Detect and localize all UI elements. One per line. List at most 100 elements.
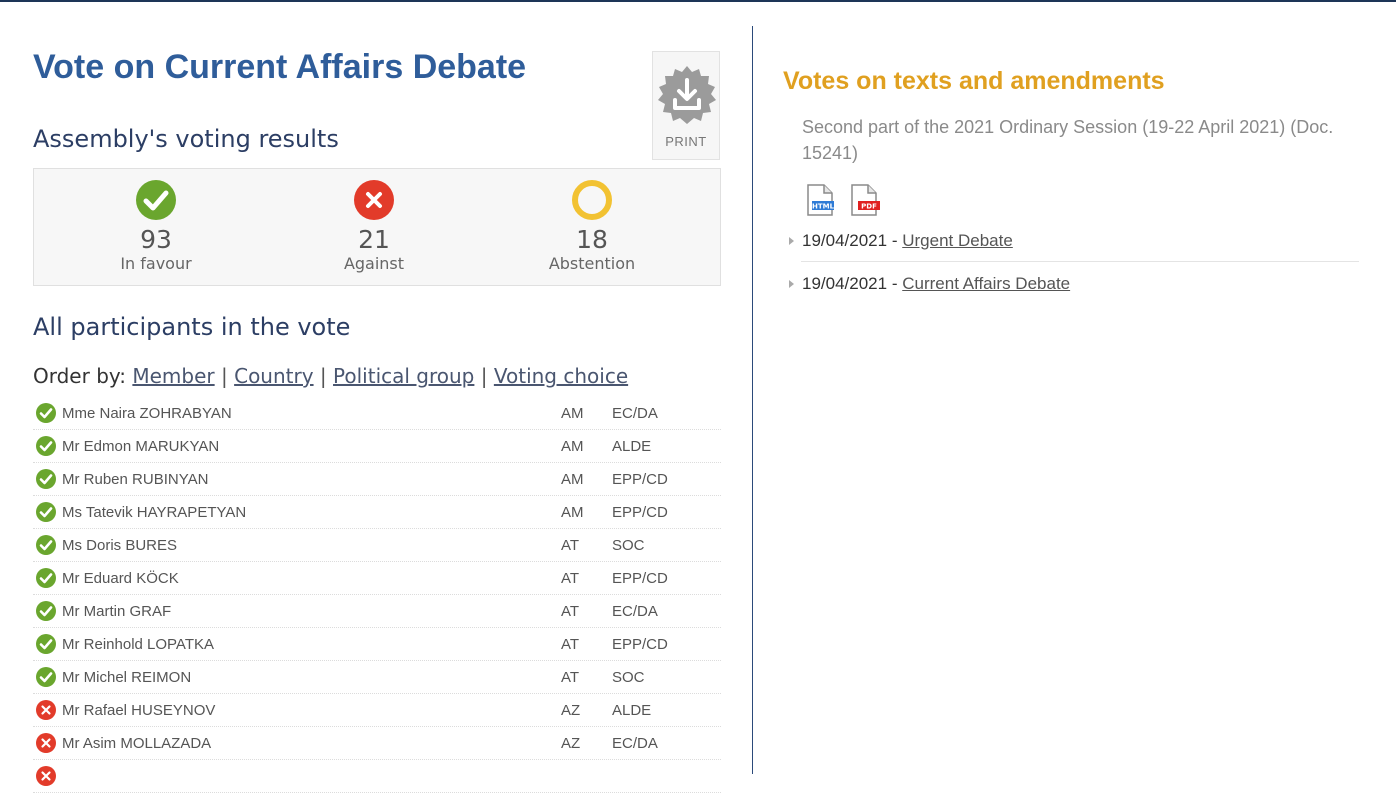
participant-row: Mr Eduard KÖCK AT EPP/CD: [33, 562, 721, 595]
session-description: Second part of the 2021 Ordinary Session…: [802, 117, 1334, 163]
participant-name: Mr Edmon MARUKYAN: [62, 438, 220, 455]
results-heading: Assembly's voting results: [33, 125, 339, 153]
participant-group: ALDE: [612, 438, 652, 455]
participant-country: AM: [561, 405, 584, 422]
results-summary: 93 In favour 21 Against 18 Abstention: [33, 168, 721, 286]
vote-item-date: 19/04/2021: [802, 274, 888, 293]
participant-name: Ms Doris BURES: [62, 537, 178, 554]
check-circle-icon: [36, 667, 56, 692]
in-favour-label: In favour: [120, 254, 192, 273]
participant-group: EC/DA: [612, 603, 658, 620]
order-separator: |: [480, 364, 488, 388]
column-divider: [752, 26, 753, 774]
check-circle-icon: [36, 469, 56, 494]
order-separator: |: [319, 364, 327, 388]
participant-row: [33, 760, 721, 793]
vote-item-link-urgent-debate[interactable]: Urgent Debate: [902, 231, 1013, 250]
result-abstention: 18 Abstention: [512, 179, 672, 273]
order-by-political-group-link[interactable]: Political group: [333, 364, 474, 388]
check-circle-icon: [136, 180, 176, 220]
participant-group: EPP/CD: [612, 471, 668, 488]
participant-row: Mr Edmon MARUKYAN AM ALDE: [33, 430, 721, 463]
check-circle-icon: [36, 436, 56, 461]
participant-row: Mr Michel REIMON AT SOC: [33, 661, 721, 694]
pdf-file-icon[interactable]: PDF: [849, 184, 881, 221]
participant-group: EPP/CD: [612, 636, 668, 653]
participant-row: Mr Ruben RUBINYAN AM EPP/CD: [33, 463, 721, 496]
abstention-count: 18: [576, 225, 608, 254]
order-by-country-link[interactable]: Country: [234, 364, 313, 388]
participant-group: EC/DA: [612, 735, 658, 752]
participants-heading: All participants in the vote: [33, 313, 351, 341]
participant-country: AM: [561, 438, 584, 455]
participant-country: AM: [561, 504, 584, 521]
participant-name: Mr Michel REIMON: [62, 669, 192, 686]
participant-country: AT: [561, 537, 580, 554]
participant-country: AT: [561, 669, 580, 686]
participant-name: Mme Naira ZOHRABYAN: [62, 405, 232, 422]
html-file-icon[interactable]: HTML: [805, 184, 835, 221]
check-circle-icon: [36, 535, 56, 560]
vote-item-divider: [801, 261, 1359, 262]
participant-country: AZ: [561, 702, 581, 719]
cross-circle-icon: [36, 700, 56, 725]
participant-name: Mr Asim MOLLAZADA: [62, 735, 212, 752]
print-button[interactable]: PRINT: [652, 51, 720, 160]
participant-name: Mr Rafael HUSEYNOV: [62, 702, 216, 719]
right-column: Votes on texts and amendments Second par…: [783, 0, 1373, 774]
ring-circle-icon: [572, 180, 612, 220]
check-circle-icon: [36, 634, 56, 659]
vote-item-date: 19/04/2021: [802, 231, 888, 250]
vote-item-link-current-affairs-debate[interactable]: Current Affairs Debate: [902, 274, 1070, 293]
participant-row: Mme Naira ZOHRABYAN AM EC/DA: [33, 397, 721, 430]
vote-item: 19/04/2021 - Urgent Debate: [789, 231, 1359, 251]
page-title: Vote on Current Affairs Debate: [33, 48, 527, 86]
cross-circle-icon: [36, 733, 56, 758]
result-in-favour: 93 In favour: [76, 179, 236, 273]
expand-triangle-icon[interactable]: [789, 236, 794, 245]
participant-row: Ms Doris BURES AT SOC: [33, 529, 721, 562]
download-badge-icon: [658, 66, 716, 124]
participants-list: Mme Naira ZOHRABYAN AM EC/DA Mr Edmon MARUK…: [33, 397, 721, 793]
order-by-voting-choice-link[interactable]: Voting choice: [494, 364, 628, 388]
order-by-member-link[interactable]: Member: [132, 364, 214, 388]
cross-circle-icon: [354, 180, 394, 220]
participant-row: Mr Martin GRAF AT EC/DA: [33, 595, 721, 628]
order-by-bar: Order by: Member | Country | Political g…: [33, 364, 628, 388]
left-column: Vote on Current Affairs Debate PRINT Ass…: [33, 0, 721, 793]
participant-group: EPP/CD: [612, 504, 668, 521]
vote-item-dash: -: [891, 274, 898, 293]
participant-group: EC/DA: [612, 405, 658, 422]
participant-name: Mr Reinhold LOPATKA: [62, 636, 214, 653]
participant-country: AM: [561, 471, 584, 488]
participant-country: AZ: [561, 735, 581, 752]
svg-text:PDF: PDF: [862, 203, 878, 211]
participant-country: AT: [561, 636, 580, 653]
participant-row: Mr Asim MOLLAZADA AZ EC/DA: [33, 727, 721, 760]
check-circle-icon: [36, 403, 56, 428]
in-favour-count: 93: [140, 225, 172, 254]
participant-group: ALDE: [612, 702, 652, 719]
participant-name: Mr Eduard KÖCK: [62, 570, 179, 587]
participant-group: SOC: [612, 537, 645, 554]
check-circle-icon: [36, 502, 56, 527]
abstention-label: Abstention: [548, 254, 636, 273]
against-label: Against: [343, 254, 405, 273]
participant-row: Mr Rafael HUSEYNOV AZ ALDE: [33, 694, 721, 727]
vote-item: 19/04/2021 - Current Affairs Debate: [789, 274, 1359, 294]
print-label: PRINT: [665, 134, 707, 149]
order-separator: |: [221, 364, 228, 388]
against-count: 21: [358, 225, 390, 254]
participant-country: AT: [561, 603, 580, 620]
participant-group: SOC: [612, 669, 645, 686]
participant-row: Ms Tatevik HAYRAPETYAN AM EPP/CD: [33, 496, 721, 529]
result-against: 21 Against: [294, 179, 454, 273]
document-icons: HTML PDF: [805, 184, 891, 221]
participant-name: Mr Ruben RUBINYAN: [62, 471, 209, 488]
participant-name: Ms Tatevik HAYRAPETYAN: [62, 504, 247, 521]
cross-circle-icon: [36, 766, 56, 791]
participant-row: Mr Reinhold LOPATKA AT EPP/CD: [33, 628, 721, 661]
participant-group: EPP/CD: [612, 570, 668, 587]
expand-triangle-icon[interactable]: [789, 279, 794, 288]
votes-panel-title: Votes on texts and amendments: [783, 67, 1165, 95]
